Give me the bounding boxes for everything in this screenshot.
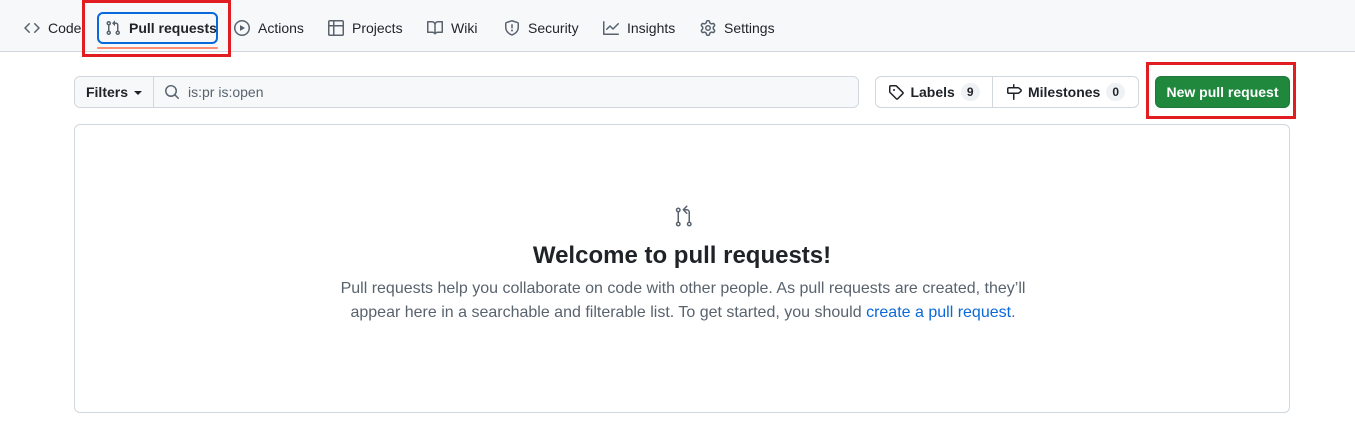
tab-actions[interactable]: Actions bbox=[226, 12, 312, 44]
tag-icon bbox=[889, 85, 905, 100]
milestones-button[interactable]: Milestones 0 bbox=[993, 77, 1138, 107]
labels-milestones-group: Labels 9 Milestones 0 bbox=[875, 76, 1139, 108]
tab-insights-label: Insights bbox=[627, 20, 676, 36]
tab-wiki[interactable]: Wiki bbox=[419, 12, 485, 44]
table-icon bbox=[328, 20, 344, 36]
tab-pull-requests-label: Pull requests bbox=[129, 20, 217, 36]
labels-label: Labels bbox=[910, 84, 955, 100]
filters-label: Filters bbox=[85, 84, 128, 100]
blankslate-text-after: . bbox=[1011, 304, 1016, 321]
selected-tab-underline bbox=[97, 47, 218, 49]
tab-pull-requests[interactable]: Pull requests bbox=[97, 12, 218, 44]
labels-button[interactable]: Labels 9 bbox=[876, 77, 993, 107]
shield-icon bbox=[505, 20, 519, 36]
create-pull-request-link[interactable]: create a pull request bbox=[866, 304, 1011, 321]
blankslate-description: Pull requests help you collaborate on co… bbox=[333, 277, 1033, 325]
search-input[interactable] bbox=[188, 84, 858, 100]
tab-insights[interactable]: Insights bbox=[595, 12, 683, 44]
blankslate: Welcome to pull requests! Pull requests … bbox=[74, 124, 1290, 413]
milestones-count: 0 bbox=[1106, 83, 1126, 101]
gear-icon bbox=[700, 20, 716, 36]
filters-button[interactable]: Filters bbox=[75, 77, 154, 107]
tab-projects-label: Projects bbox=[352, 20, 403, 36]
book-icon bbox=[427, 20, 443, 35]
tab-projects[interactable]: Projects bbox=[320, 12, 411, 44]
code-icon bbox=[24, 22, 40, 34]
repo-nav: Code Pull requests Actions Projects Wiki… bbox=[0, 0, 1355, 52]
search-wrapper bbox=[154, 77, 858, 107]
caret-down-icon bbox=[134, 91, 142, 95]
graph-icon bbox=[603, 21, 619, 35]
tab-settings[interactable]: Settings bbox=[692, 12, 783, 44]
milestone-icon bbox=[1006, 84, 1022, 100]
tab-code-label: Code bbox=[48, 20, 82, 36]
tab-settings-label: Settings bbox=[724, 20, 775, 36]
labels-count: 9 bbox=[960, 83, 980, 101]
git-pull-request-icon bbox=[675, 205, 692, 227]
blankslate-title: Welcome to pull requests! bbox=[532, 242, 832, 269]
tab-code[interactable]: Code bbox=[16, 12, 89, 44]
play-icon bbox=[234, 20, 250, 36]
tab-wiki-label: Wiki bbox=[451, 20, 478, 36]
milestones-label: Milestones bbox=[1027, 84, 1101, 100]
tab-security-label: Security bbox=[528, 20, 579, 36]
tab-security[interactable]: Security bbox=[496, 12, 587, 44]
tab-actions-label: Actions bbox=[258, 20, 304, 36]
blankslate-icon-wrap bbox=[671, 205, 695, 229]
new-pull-request-button[interactable]: New pull request bbox=[1155, 76, 1290, 108]
git-pull-request-icon bbox=[106, 20, 121, 36]
filter-search-group: Filters bbox=[74, 76, 859, 108]
search-icon bbox=[165, 85, 180, 100]
